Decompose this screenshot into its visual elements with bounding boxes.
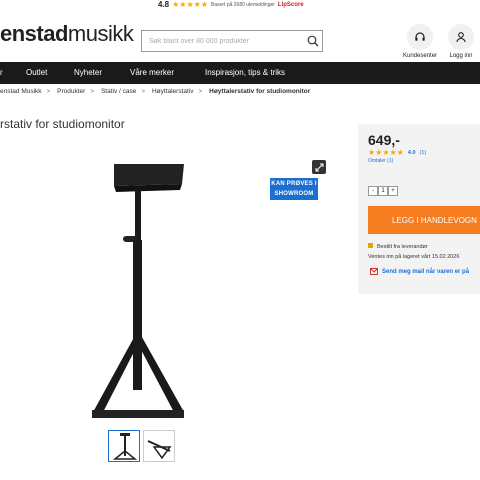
mail-icon [370, 268, 378, 275]
page-title: rstativ for studiomonitor [0, 117, 125, 131]
search-icon[interactable] [304, 32, 322, 50]
nav-item-partial[interactable]: r [0, 68, 3, 77]
site-logo[interactable]: enstadmusikk [0, 21, 134, 47]
search-box [141, 30, 323, 52]
quantity-increase-button[interactable]: + [388, 186, 398, 196]
stock-status-text: Bestilt fra leverandør [377, 244, 428, 250]
quantity-decrease-button[interactable]: - [368, 186, 378, 196]
stock-status: Bestilt fra leverandør Ventes inn på lag… [368, 242, 459, 262]
nav-item-inspiration[interactable]: Inspirasjon, tips & triks [205, 68, 285, 77]
star-rating-icon: ★★★★★ [172, 0, 208, 9]
site-rating-score: 4.8 [158, 0, 170, 9]
search-input[interactable] [142, 31, 304, 51]
trust-bar: 4.8 ★★★★★ Basert på 2680 ulemeldinger Li… [0, 0, 480, 10]
stock-status-icon [368, 243, 373, 248]
site-rating-count: Basert på 2680 ulemeldinger [210, 1, 275, 8]
notify-link[interactable]: Send meg mail når varen er på [370, 268, 469, 275]
breadcrumb-speaker-stands[interactable]: Høyttalerstativ [152, 88, 194, 95]
customer-service-label: Kundesenter [403, 53, 438, 59]
rating-value: 4.0 [407, 149, 416, 156]
buy-box: 649,- ★★★★★ 4.0 (1) Omtaler (1) - 1 + LE… [358, 124, 480, 294]
add-to-cart-button[interactable]: LEGG I HANDLEVOGN [368, 206, 480, 234]
nav-item-outlet[interactable]: Outlet [26, 68, 47, 77]
thumbnail-2[interactable] [143, 430, 175, 462]
site-header: enstadmusikk Kundesenter Logg inn [0, 10, 480, 62]
rating-count: (1) [419, 149, 427, 156]
expand-icon[interactable] [312, 160, 326, 174]
quantity-stepper: - 1 + [368, 186, 398, 196]
star-rating-icon: ★★★★★ [368, 148, 404, 157]
headset-icon [415, 32, 425, 41]
thumbnail-1[interactable] [108, 430, 140, 462]
main-nav: r Outlet Nyheter Våre merker Inspirasjon… [0, 62, 480, 84]
nav-item-brands[interactable]: Våre merker [130, 68, 174, 77]
lipscore-logo: LipScore [277, 1, 304, 8]
breadcrumb-products[interactable]: Produkter [57, 88, 85, 95]
nav-item-news[interactable]: Nyheter [74, 68, 102, 77]
breadcrumb: enstad Musikk > Produkter > Stativ / case >… [0, 88, 311, 95]
user-icon [456, 32, 466, 43]
reviews-link[interactable]: Omtaler (1) [368, 158, 393, 164]
login-label: Logg inn [449, 53, 473, 59]
product-rating[interactable]: ★★★★★ 4.0 (1) [368, 148, 426, 157]
product-price: 649,- [368, 132, 400, 148]
thumbnail-strip [108, 430, 175, 462]
breadcrumb-stands[interactable]: Stativ / case [101, 88, 136, 95]
showroom-badge: KAN PRØVES I SHOWROOM [270, 178, 318, 200]
site-rating[interactable]: 4.8 ★★★★★ Basert på 2680 ulemeldinger Li… [158, 0, 304, 9]
product-image[interactable] [80, 160, 200, 420]
quantity-input[interactable]: 1 [378, 186, 388, 196]
login-button[interactable]: Logg inn [448, 24, 474, 59]
breadcrumb-current: Høyttalerstativ for studiomonitor [209, 88, 311, 95]
stock-eta: Ventes inn på lageret vårt 15.02.2026 [368, 254, 460, 260]
customer-service-button[interactable]: Kundesenter [403, 24, 437, 59]
breadcrumb-home[interactable]: enstad Musikk [0, 88, 42, 95]
